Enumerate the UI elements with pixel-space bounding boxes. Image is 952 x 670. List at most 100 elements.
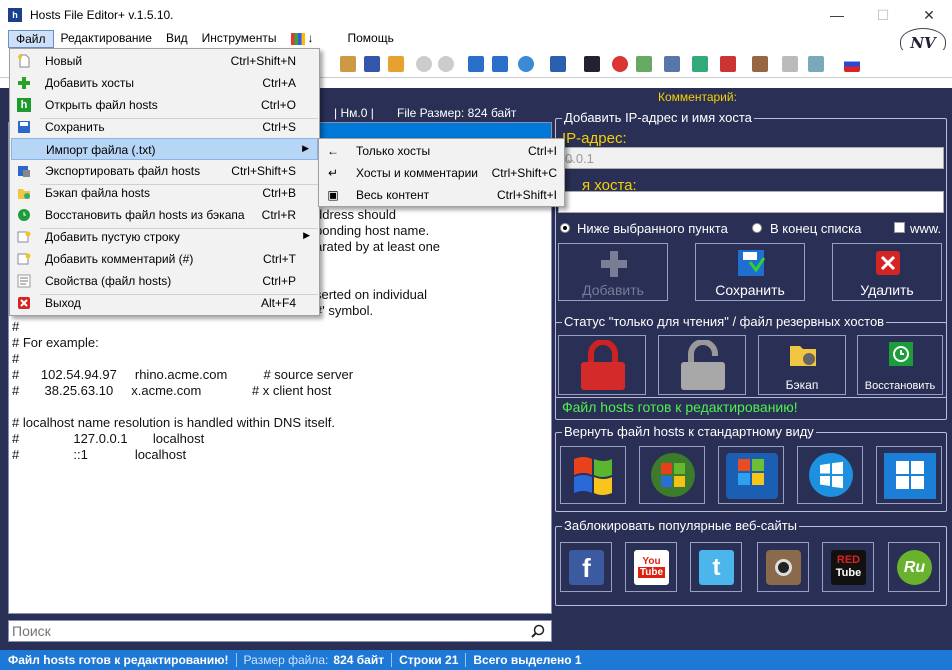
windows-10-button[interactable]: [876, 446, 942, 504]
code-line[interactable]: # 127.0.0.1 localhost: [12, 431, 204, 446]
statusbar-size-value: 824 байт: [333, 653, 385, 667]
toolbar-network-icon[interactable]: [550, 56, 566, 72]
windows-8-icon: [809, 453, 853, 497]
plus-icon: [601, 251, 627, 277]
windows-8-button[interactable]: [797, 446, 863, 504]
menu-item-import-txt[interactable]: Импорт файла (.txt) ▶: [11, 138, 318, 160]
menu-item-exit[interactable]: Выход Alt+F4: [11, 292, 318, 314]
block-redtube-button[interactable]: RED Tube: [822, 542, 874, 592]
code-line[interactable]: ponding host name.: [315, 223, 429, 238]
search-input[interactable]: [9, 621, 519, 641]
hostname-input[interactable]: [558, 191, 944, 213]
menu-item-save[interactable]: Сохранить Ctrl+S: [11, 116, 318, 138]
blank-line-icon: [17, 231, 31, 243]
www-checkbox[interactable]: [894, 222, 905, 233]
toolbar-dots-icon[interactable]: [636, 56, 652, 72]
menu-item-add-blank-line[interactable]: Добавить пустую строку ▶: [11, 226, 318, 248]
code-line[interactable]: #' symbol.: [315, 303, 373, 318]
menu-item-properties[interactable]: Свойства (файл hosts) Ctrl+P: [11, 270, 318, 292]
menu-item-backup-hosts[interactable]: Бэкап файла hosts Ctrl+B: [11, 182, 318, 204]
code-line[interactable]: serted on individual: [315, 287, 427, 302]
backup-folder-icon: [790, 346, 816, 366]
menu-item-label: Новый: [45, 54, 83, 68]
menu-item-new[interactable]: Новый Ctrl+Shift+N: [11, 50, 318, 72]
code-line[interactable]: # ::1 localhost: [12, 447, 186, 462]
add-button-label: Добавить: [582, 282, 644, 298]
restore-button-label: Восстановить: [864, 380, 936, 392]
submenu-item-hosts-and-comments[interactable]: ↵ Хосты и комментарии Ctrl+Shift+C: [320, 162, 563, 184]
menu-file[interactable]: Файл: [8, 30, 54, 48]
windows-10-icon: [884, 453, 936, 499]
code-line[interactable]: # 102.54.94.97 rhino.acme.com # source s…: [12, 367, 353, 382]
restore-button[interactable]: Восстановить: [857, 335, 943, 395]
toolbar-frame-icon[interactable]: [664, 56, 680, 72]
menu-tools[interactable]: Инструменты: [195, 30, 284, 48]
menu-item-add-comment[interactable]: Добавить комментарий (#) Ctrl+T: [11, 248, 318, 270]
toolbar-folder-icon[interactable]: [388, 56, 404, 72]
lock-readonly-button[interactable]: [558, 335, 646, 395]
code-line[interactable]: # localhost name resolution is handled w…: [12, 415, 335, 430]
code-line[interactable]: ddress should: [315, 207, 396, 222]
block-twitter-button[interactable]: t: [690, 542, 742, 592]
toolbar-fullscreen-icon[interactable]: [808, 56, 824, 72]
toolbar-check-icon[interactable]: [416, 56, 432, 72]
minimize-button[interactable]: —: [814, 0, 860, 30]
code-line[interactable]: # For example:: [12, 335, 99, 350]
toolbar-lock-icon[interactable]: [782, 56, 798, 72]
toolbar-up-icon[interactable]: [468, 56, 484, 72]
menu-help[interactable]: Помощь: [340, 30, 400, 48]
properties-icon: [17, 274, 31, 288]
save-button[interactable]: Сохранить: [695, 243, 805, 301]
ip-address-input[interactable]: 0.0.1 ⌄: [558, 147, 944, 169]
toolbar-cross-icon[interactable]: [584, 56, 600, 72]
block-ru-button[interactable]: Ru: [888, 542, 940, 592]
menu-edit[interactable]: Редактирование: [54, 30, 159, 48]
restore-default-group-title: Вернуть файл hosts к стандартному виду: [562, 424, 816, 439]
search-icon[interactable]: [531, 624, 545, 638]
code-line[interactable]: # 38.25.63.10 x.acme.com # x client host: [12, 383, 331, 398]
radio-below-selected[interactable]: [560, 223, 570, 233]
menu-view[interactable]: Вид: [159, 30, 195, 48]
search-box[interactable]: [8, 620, 552, 642]
code-line[interactable]: #: [12, 319, 19, 334]
menu-item-open-hosts[interactable]: h Открыть файл hosts Ctrl+O: [11, 94, 318, 116]
menu-item-export-hosts[interactable]: Экспортировать файл hosts Ctrl+Shift+S: [11, 160, 318, 182]
radio-end-of-list[interactable]: [752, 223, 762, 233]
toolbar-broom-icon[interactable]: [692, 56, 708, 72]
toolbar-globe-icon[interactable]: [518, 56, 534, 72]
code-line[interactable]: #: [12, 351, 19, 366]
maximize-button[interactable]: ☐: [860, 0, 906, 30]
menu-item-shortcut: Ctrl+S: [262, 120, 296, 134]
code-line[interactable]: arated by at least one: [315, 239, 440, 254]
backup-icon: [18, 189, 30, 199]
delete-button[interactable]: Удалить: [832, 243, 942, 301]
toolbar-check2-icon[interactable]: [438, 56, 454, 72]
submenu-item-all-content[interactable]: ▣ Весь контент Ctrl+Shift+I: [320, 184, 563, 206]
toolbar-flag-ru-icon[interactable]: [844, 56, 860, 72]
windows-vista-button[interactable]: [639, 446, 705, 504]
menu-item-restore-hosts[interactable]: Восстановить файл hosts из бэкапа Ctrl+R: [11, 204, 318, 226]
windows-xp-button[interactable]: [560, 446, 626, 504]
backup-button[interactable]: Бэкап: [758, 335, 846, 395]
block-youtube-button[interactable]: You Tube: [625, 542, 677, 592]
block-facebook-button[interactable]: f: [560, 542, 612, 592]
close-button[interactable]: ✕: [906, 0, 952, 30]
toolbar-save-as-icon[interactable]: [340, 56, 356, 72]
toolbar-box-icon[interactable]: [752, 56, 768, 72]
toolbar-export-icon[interactable]: [364, 56, 380, 72]
block-instagram-button[interactable]: [757, 542, 809, 592]
chevron-down-icon[interactable]: ⌄: [565, 151, 937, 167]
header-file-size: File Размер: 824 байт: [397, 106, 517, 120]
add-button[interactable]: Добавить: [558, 243, 668, 301]
windows-7-button[interactable]: [718, 446, 784, 504]
menu-item-add-hosts[interactable]: Добавить хосты Ctrl+A: [11, 72, 318, 94]
toolbar-tools-icon[interactable]: [720, 56, 736, 72]
submenu-item-label: Только хосты: [356, 144, 431, 158]
toolbar-down-icon[interactable]: [492, 56, 508, 72]
menu-item-shortcut: Ctrl+Shift+S: [231, 164, 296, 178]
unlock-readonly-button[interactable]: [658, 335, 746, 395]
menu-down-arrow[interactable]: ↓: [305, 30, 320, 48]
toolbar-ip-icon[interactable]: [612, 56, 628, 72]
submenu-item-hosts-only[interactable]: ← Только хосты Ctrl+I: [320, 140, 563, 162]
windows-flag-icon[interactable]: [291, 33, 306, 45]
